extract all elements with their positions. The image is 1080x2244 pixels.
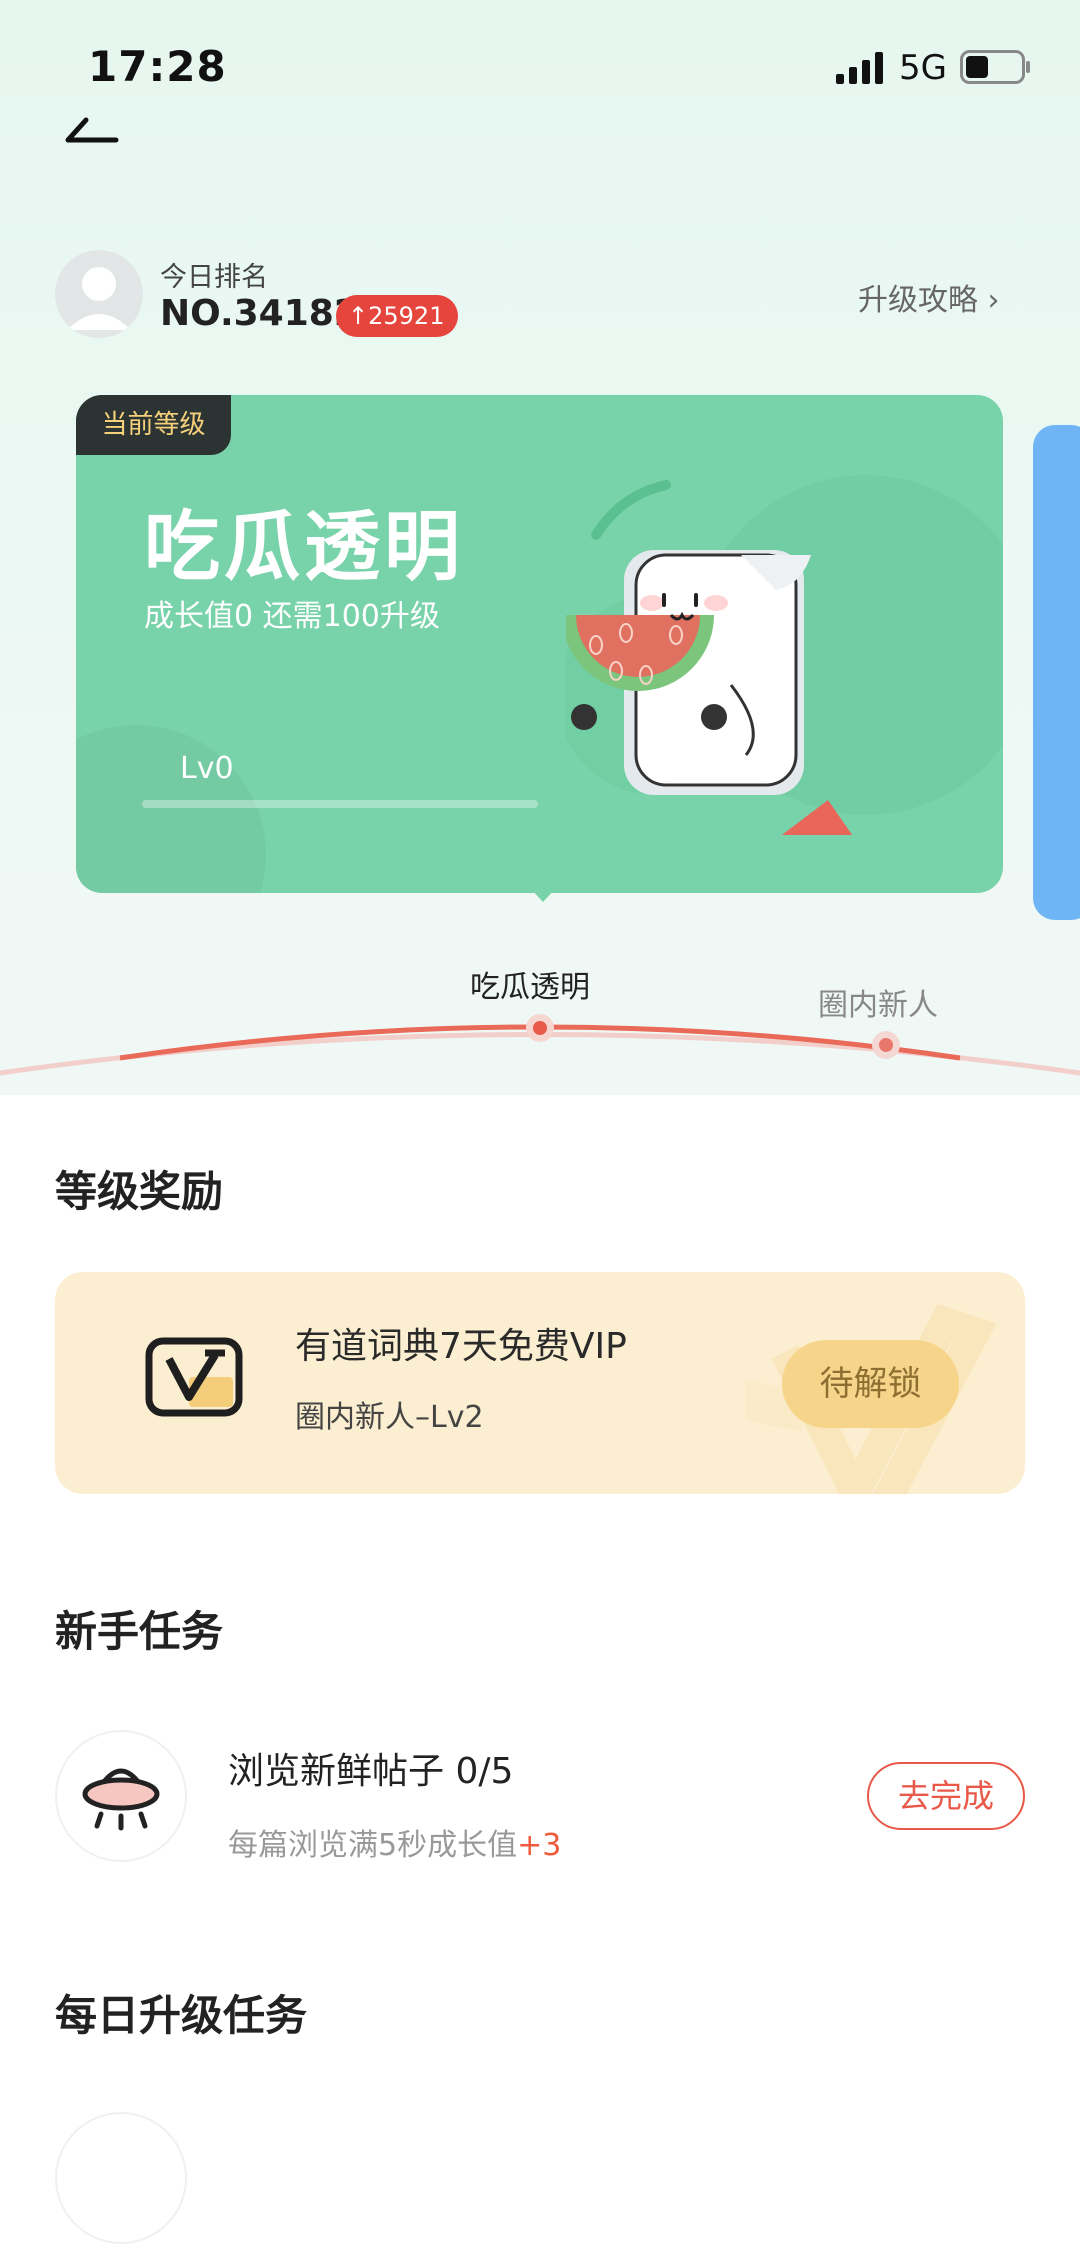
- avatar[interactable]: [55, 250, 143, 338]
- watermelon-mascot-illustration: [566, 475, 1003, 835]
- reward-card: 有道词典7天免费VIP 圈内新人–Lv2 待解锁: [55, 1272, 1025, 1494]
- task-row: 浏览新鲜帖子 0/5 每篇浏览满5秒成长值+3 去完成: [0, 1730, 1080, 1870]
- rank-row: 今日排名 NO.34182 ↑25921 升级攻略 ›: [0, 245, 1080, 355]
- rewards-section-title: 等级奖励: [55, 1167, 224, 1216]
- rank-value: NO.34182: [160, 293, 359, 334]
- current-level-card[interactable]: 当前等级 吃瓜透明 成长值0 还需100升级 Lv0: [76, 395, 1003, 893]
- growth-progress-text: 成长值0 还需100升级: [144, 599, 440, 634]
- task-desc-text: 每篇浏览满5秒成长值: [228, 1828, 518, 1863]
- daily-task-icon: [55, 2112, 187, 2244]
- track-level-next[interactable]: 圈内新人: [818, 980, 938, 1024]
- cellular-signal-icon: [836, 52, 883, 84]
- network-type: 5G: [899, 48, 947, 88]
- ufo-icon: [55, 1730, 187, 1862]
- reward-level-requirement: 圈内新人–Lv2: [295, 1400, 484, 1435]
- upgrade-guide-link[interactable]: 升级攻略 ›: [858, 275, 1000, 319]
- unlock-button[interactable]: 待解锁: [782, 1340, 959, 1428]
- status-bar: 17:28 5G: [0, 0, 1080, 130]
- battery-icon: [960, 50, 1030, 84]
- level-name: 吃瓜透明: [144, 502, 464, 591]
- level-number: Lv0: [180, 751, 234, 786]
- reward-title: 有道词典7天免费VIP: [295, 1326, 627, 1367]
- task-reward-points: +3: [517, 1828, 562, 1863]
- complete-task-button[interactable]: 去完成: [867, 1762, 1025, 1830]
- newbie-tasks-section-title: 新手任务: [55, 1607, 224, 1656]
- card-pointer: [530, 888, 556, 902]
- status-time: 17:28: [88, 42, 227, 91]
- rank-change-badge: ↑25921: [336, 295, 459, 337]
- task-description: 每篇浏览满5秒成长值+3: [228, 1820, 561, 1864]
- back-arrow-icon[interactable]: [58, 110, 128, 160]
- current-level-tag: 当前等级: [76, 395, 231, 455]
- task-title: 浏览新鲜帖子 0/5: [228, 1751, 514, 1792]
- default-avatar-icon: [67, 267, 131, 330]
- card-decoration: [76, 725, 266, 893]
- rank-label: 今日排名: [160, 262, 268, 293]
- daily-tasks-section-title: 每日升级任务: [55, 1991, 308, 2040]
- track-level-current[interactable]: 吃瓜透明: [470, 962, 590, 1006]
- vip-check-icon: [145, 1337, 243, 1417]
- level-progress-bar: [142, 800, 538, 808]
- next-level-card-peek[interactable]: [1033, 425, 1080, 920]
